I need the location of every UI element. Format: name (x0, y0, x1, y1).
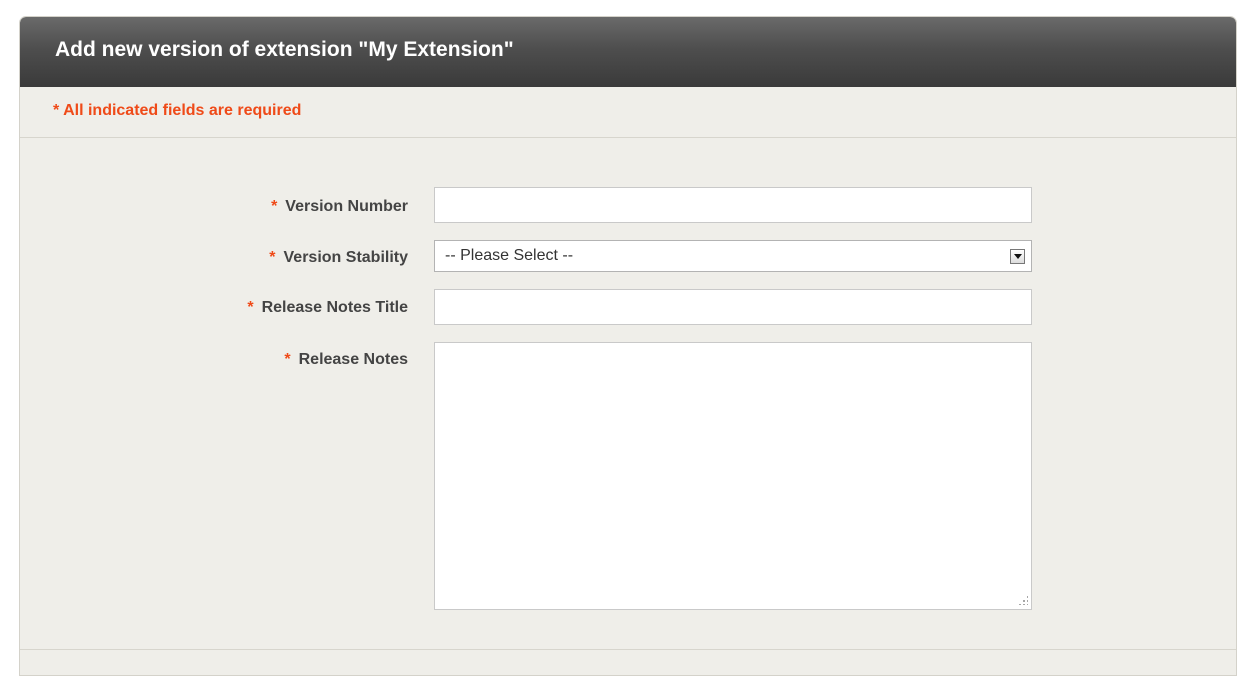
release-notes-label: * Release Notes (284, 351, 408, 369)
required-asterisk: * (269, 249, 276, 266)
page-title: Add new version of extension "My Extensi… (55, 38, 514, 61)
version-stability-select[interactable]: -- Please Select -- (434, 240, 1032, 272)
version-stability-selected-value: -- Please Select -- (445, 247, 574, 264)
release-notes-textarea[interactable] (434, 342, 1032, 610)
release-notes-title-label-text: Release Notes Title (261, 299, 408, 316)
version-number-label-text: Version Number (285, 198, 408, 215)
required-notice-bar: * All indicated fields are required (20, 87, 1236, 138)
chevron-down-icon[interactable] (1010, 249, 1025, 264)
required-asterisk: * (271, 198, 278, 215)
release-notes-title-input[interactable] (434, 289, 1032, 325)
required-fields-note: * All indicated fields are required (53, 102, 302, 119)
panel-header: Add new version of extension "My Extensi… (20, 17, 1236, 87)
version-stability-label-text: Version Stability (283, 249, 408, 266)
add-version-panel: Add new version of extension "My Extensi… (19, 16, 1237, 676)
version-number-input[interactable] (434, 187, 1032, 223)
release-notes-label-text: Release Notes (298, 351, 408, 368)
version-stability-label: * Version Stability (269, 249, 408, 267)
footer-divider (20, 649, 1236, 650)
required-asterisk: * (247, 299, 254, 316)
version-number-label: * Version Number (271, 198, 408, 216)
required-asterisk: * (284, 351, 291, 368)
release-notes-title-label: * Release Notes Title (247, 299, 408, 317)
